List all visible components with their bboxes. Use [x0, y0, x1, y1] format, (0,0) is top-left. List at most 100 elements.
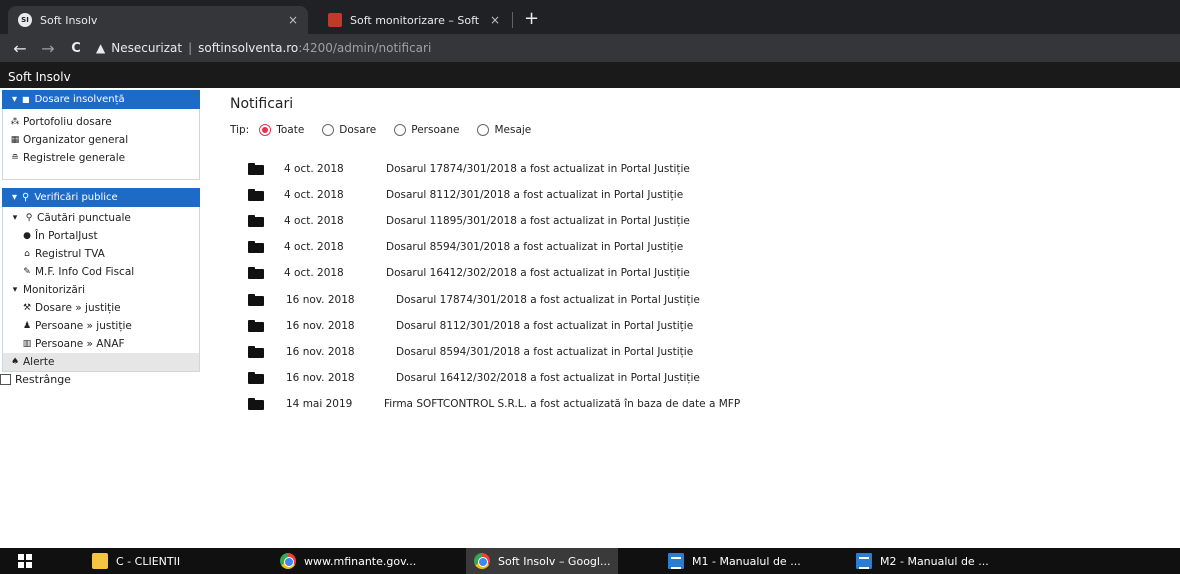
folder-icon: ■ — [22, 95, 30, 104]
restrange-toggle[interactable]: Restrânge — [0, 373, 71, 386]
sidebar-item-label: Căutări punctuale — [37, 212, 131, 224]
search-icon: ⚲ — [22, 192, 30, 203]
sidebar-item-label: Persoane » ANAF — [35, 338, 125, 350]
app-title[interactable]: Soft Insolv — [8, 70, 71, 84]
sidebar-item-monitorizari[interactable]: ▾ Monitorizări — [3, 281, 199, 299]
sidebar-item-mf-info[interactable]: ✎ M.F. Info Cod Fiscal — [3, 263, 199, 281]
taskbar-label: www.mfinante.gov... — [304, 554, 417, 568]
reload-icon[interactable]: C — [62, 41, 90, 56]
portfolio-icon: ⁂ — [10, 117, 20, 127]
radio-toate[interactable] — [259, 124, 272, 136]
sidebar-item-alerte[interactable]: ♠ Alerte — [3, 353, 199, 371]
close-tab-icon[interactable]: × — [288, 13, 298, 27]
notification-date: 16 nov. 2018 — [286, 372, 355, 384]
notification-text: Dosarul 16412/302/2018 a fost actualizat… — [386, 267, 690, 279]
main-content: Notificari Tip: Toate Dosare Persoane Me… — [230, 96, 531, 136]
type-filter: Tip: Toate Dosare Persoane Mesaje — [230, 124, 539, 136]
notification-text: Dosarul 17874/301/2018 a fost actualizat… — [386, 163, 690, 175]
notification-text: Firma SOFTCONTROL S.R.L. a fost actualiz… — [384, 398, 741, 410]
notification-date: 4 oct. 2018 — [284, 241, 344, 253]
taskbar-item-soft-insolv[interactable]: Soft Insolv – Googl... — [466, 548, 619, 574]
document-icon — [856, 553, 872, 569]
registry-icon: ≘ — [11, 153, 19, 163]
windows-icon — [18, 554, 32, 568]
sidebar-group-verificari: ▾ ⚲ Căutări punctuale ● În PortalJust ⌂ … — [2, 207, 200, 372]
sidebar-item-label: Organizator general — [23, 134, 129, 146]
softinsolv-favicon: SI — [18, 13, 32, 27]
radio-dosare[interactable] — [322, 124, 335, 136]
sidebar-item-label: Registrele generale — [23, 152, 126, 164]
radio-mesaje[interactable] — [477, 124, 490, 136]
sidebar: ▾ ■ Dosare insolvență ⁂ Portofoliu dosar… — [0, 90, 202, 372]
sidebar-section-verificari-publice[interactable]: ▾ ⚲ Verificări publice — [2, 188, 200, 207]
url-field[interactable]: ▲ Nesecurizat | softinsolventa.ro:4200/a… — [96, 41, 431, 55]
radio-label: Mesaje — [494, 124, 532, 136]
notification-text: Dosarul 16412/302/2018 a fost actualizat… — [396, 372, 700, 384]
folder-icon — [248, 294, 264, 306]
page-title: Notificari — [230, 96, 294, 112]
forward-icon[interactable]: → — [34, 39, 62, 58]
back-icon[interactable]: ← — [6, 39, 34, 58]
tab-label: Soft Insolv — [40, 13, 98, 27]
taskbar-label: Soft Insolv – Googl... — [498, 554, 611, 568]
folder-icon — [248, 398, 264, 410]
folder-icon — [92, 553, 108, 569]
radio-label: Persoane — [411, 124, 460, 136]
chrome-icon — [280, 553, 296, 569]
taskbar-label: C - CLIENTII — [116, 554, 181, 568]
notification-date: 4 oct. 2018 — [284, 163, 344, 175]
sidebar-item-label: Monitorizări — [23, 284, 86, 296]
new-tab-icon[interactable]: + — [524, 8, 539, 29]
sidebar-item-registrul-tva[interactable]: ⌂ Registrul TVA — [3, 245, 199, 263]
url-separator: | — [188, 41, 193, 55]
sidebar-item-persoane-anaf[interactable]: ▥ Persoane » ANAF — [3, 335, 199, 353]
notification-text: Dosarul 11895/301/2018 a fost actualizat… — [386, 215, 690, 227]
close-tab-icon[interactable]: × — [490, 13, 500, 27]
notification-date: 14 mai 2019 — [286, 398, 353, 410]
folder-icon — [248, 189, 264, 201]
notification-date: 4 oct. 2018 — [284, 267, 344, 279]
radio-persoane[interactable] — [394, 124, 407, 136]
building-icon: ▥ — [22, 339, 32, 349]
notification-text: Dosarul 8112/301/2018 a fost actualizat … — [386, 189, 684, 201]
sidebar-item-persoane-justitie[interactable]: ♟ Persoane » justiție — [3, 317, 199, 335]
tab-soft-monitorizare[interactable]: Soft monitorizare – Soft Insolvent × — [318, 6, 510, 34]
notification-date: 4 oct. 2018 — [284, 215, 344, 227]
sidebar-item-dosare-justitie[interactable]: ⚒ Dosare » justiție — [3, 299, 199, 317]
taskbar-item-clientii[interactable]: C - CLIENTII — [92, 548, 180, 574]
sidebar-section-dosare-insolventa[interactable]: ▾ ■ Dosare insolvență — [2, 90, 200, 109]
sidebar-item-label: Registrul TVA — [35, 248, 105, 260]
notification-date: 16 nov. 2018 — [286, 320, 355, 332]
restrange-checkbox[interactable] — [0, 374, 11, 385]
folder-icon — [248, 241, 264, 253]
search-icon: ⚲ — [25, 213, 33, 223]
bell-icon: ♠ — [10, 357, 20, 367]
taskbar-label: M2 - Manualul de ... — [880, 554, 989, 568]
monitor-favicon — [328, 13, 342, 27]
tab-soft-insolv[interactable]: SI Soft Insolv × — [8, 6, 308, 34]
sidebar-item-organizator[interactable]: ▦ Organizator general — [3, 131, 199, 149]
taskbar-item-m2[interactable]: M2 - Manualul de ... — [856, 548, 989, 574]
sidebar-item-label: M.F. Info Cod Fiscal — [35, 266, 135, 278]
sidebar-item-registrele[interactable]: ≘ Registrele generale — [3, 149, 199, 167]
security-label: Nesecurizat — [111, 41, 183, 55]
sidebar-item-portaljust[interactable]: ● În PortalJust — [3, 227, 199, 245]
gavel-icon: ⚒ — [22, 303, 32, 313]
pin-icon: ● — [23, 231, 31, 241]
folder-icon — [248, 215, 264, 227]
start-button[interactable] — [18, 548, 32, 574]
section-label: Dosare insolvență — [34, 94, 125, 105]
sidebar-item-cautari[interactable]: ▾ ⚲ Căutări punctuale — [3, 209, 199, 227]
radio-label: Toate — [276, 124, 305, 136]
calendar-icon: ▦ — [10, 135, 20, 145]
caret-down-icon: ▾ — [12, 192, 18, 203]
taskbar-item-mfinante[interactable]: www.mfinante.gov... — [280, 548, 416, 574]
notification-text: Dosarul 8594/301/2018 a fost actualizat … — [396, 346, 694, 358]
taskbar-item-m1[interactable]: M1 - Manualul de ... — [668, 548, 801, 574]
folder-icon — [248, 320, 264, 332]
sidebar-item-portofoliu[interactable]: ⁂ Portofoliu dosare — [3, 113, 199, 131]
sidebar-item-label: Dosare » justiție — [35, 302, 121, 314]
app-header: Soft Insolv — [0, 62, 1180, 88]
